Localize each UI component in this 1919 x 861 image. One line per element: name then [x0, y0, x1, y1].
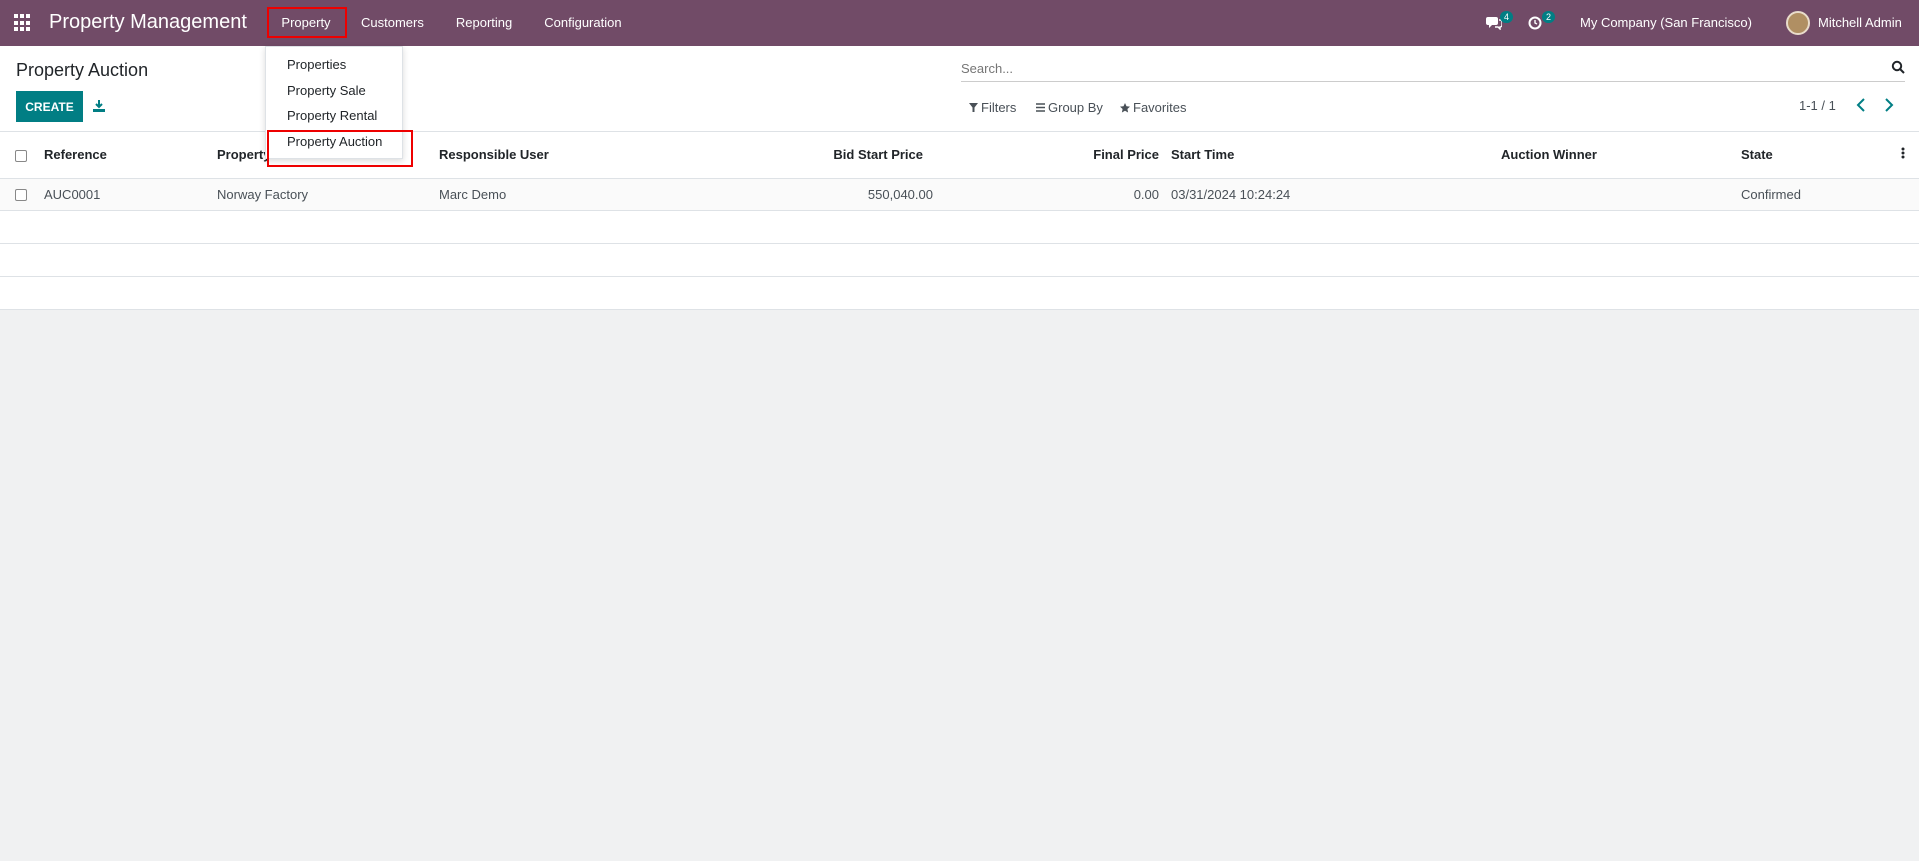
- user-menu[interactable]: Mitchell Admin: [1818, 15, 1902, 30]
- chevron-right-icon[interactable]: [1882, 97, 1896, 113]
- download-icon[interactable]: [92, 99, 106, 113]
- menu-configuration[interactable]: Configuration: [528, 0, 637, 46]
- cell-empty: [1895, 178, 1919, 211]
- clock-icon: [1528, 16, 1542, 30]
- search-icon[interactable]: [1891, 60, 1905, 74]
- groupby-button[interactable]: Group By: [1036, 100, 1103, 115]
- messages-button[interactable]: 4: [1486, 0, 1514, 46]
- filter-icon: [969, 103, 978, 112]
- cell-state: Confirmed: [1735, 178, 1895, 211]
- kebab-icon: [1901, 147, 1905, 159]
- chevron-left-icon[interactable]: [1854, 97, 1868, 113]
- empty-row: [0, 276, 1919, 310]
- app-brand[interactable]: Property Management: [49, 11, 247, 34]
- table-row[interactable]: AUC0001 Norway Factory Marc Demo 550,040…: [0, 178, 1919, 211]
- filters-label: Filters: [981, 100, 1017, 115]
- list-view: Reference Property Responsible User Bid …: [0, 132, 1919, 861]
- menu-customers[interactable]: Customers: [345, 0, 440, 46]
- col-responsible-user[interactable]: Responsible User: [433, 132, 700, 179]
- activities-badge: 2: [1542, 11, 1556, 23]
- menu-property[interactable]: Property: [267, 0, 347, 46]
- row-select-cell[interactable]: [0, 178, 38, 211]
- dropdown-item-property-auction[interactable]: Property Auction: [266, 130, 402, 154]
- dropdown-item-properties[interactable]: Properties: [266, 53, 402, 77]
- col-state[interactable]: State: [1735, 132, 1895, 179]
- page-title: Property Auction: [16, 60, 149, 80]
- groupby-label: Group By: [1048, 100, 1103, 115]
- cell-responsible-user: Marc Demo: [433, 178, 700, 211]
- messages-badge: 4: [1500, 11, 1514, 23]
- cell-bid-start-price: 550,040.00: [700, 178, 933, 211]
- company-switcher[interactable]: My Company (San Francisco): [1580, 15, 1752, 30]
- pager-value[interactable]: 1-1 / 1: [1799, 98, 1836, 113]
- favorites-label: Favorites: [1133, 100, 1187, 115]
- dropdown-item-property-rental[interactable]: Property Rental: [266, 104, 402, 128]
- col-start-time[interactable]: Start Time: [1165, 132, 1495, 179]
- main-menu: Property Customers Reporting Configurati…: [267, 0, 638, 46]
- activities-button[interactable]: 2: [1528, 0, 1556, 46]
- list-icon: [1036, 103, 1045, 112]
- top-navbar: Property Management Property Customers R…: [0, 0, 1919, 46]
- empty-row: [0, 243, 1919, 277]
- optional-columns-toggle[interactable]: [1895, 132, 1919, 179]
- create-button[interactable]: CREATE: [16, 91, 83, 122]
- select-all-cell[interactable]: [0, 132, 38, 179]
- filters-button[interactable]: Filters: [969, 100, 1016, 115]
- cell-final-price: 0.00: [933, 178, 1165, 211]
- cell-reference: AUC0001: [38, 178, 211, 211]
- empty-row: [0, 210, 1919, 244]
- col-auction-winner[interactable]: Auction Winner: [1495, 132, 1735, 179]
- cell-property: Norway Factory: [211, 178, 433, 211]
- col-reference[interactable]: Reference: [38, 132, 211, 179]
- property-dropdown-menu: Properties Property Sale Property Rental…: [265, 46, 403, 159]
- row-checkbox[interactable]: [15, 189, 27, 202]
- search-bar: [961, 56, 1905, 82]
- cell-auction-winner: [1495, 178, 1735, 211]
- select-all-checkbox[interactable]: [15, 149, 27, 162]
- col-bid-start-price[interactable]: Bid Start Price: [700, 132, 933, 179]
- apps-menu-icon[interactable]: [14, 14, 32, 32]
- menu-reporting[interactable]: Reporting: [440, 0, 528, 46]
- star-icon: [1120, 102, 1130, 112]
- search-input[interactable]: [961, 58, 1861, 78]
- cell-start-time: 03/31/2024 10:24:24: [1165, 178, 1495, 211]
- col-final-price[interactable]: Final Price: [933, 132, 1165, 179]
- dropdown-item-property-sale[interactable]: Property Sale: [266, 79, 402, 103]
- user-avatar[interactable]: [1786, 11, 1810, 35]
- favorites-button[interactable]: Favorites: [1120, 100, 1186, 115]
- highlight-box: [267, 7, 347, 38]
